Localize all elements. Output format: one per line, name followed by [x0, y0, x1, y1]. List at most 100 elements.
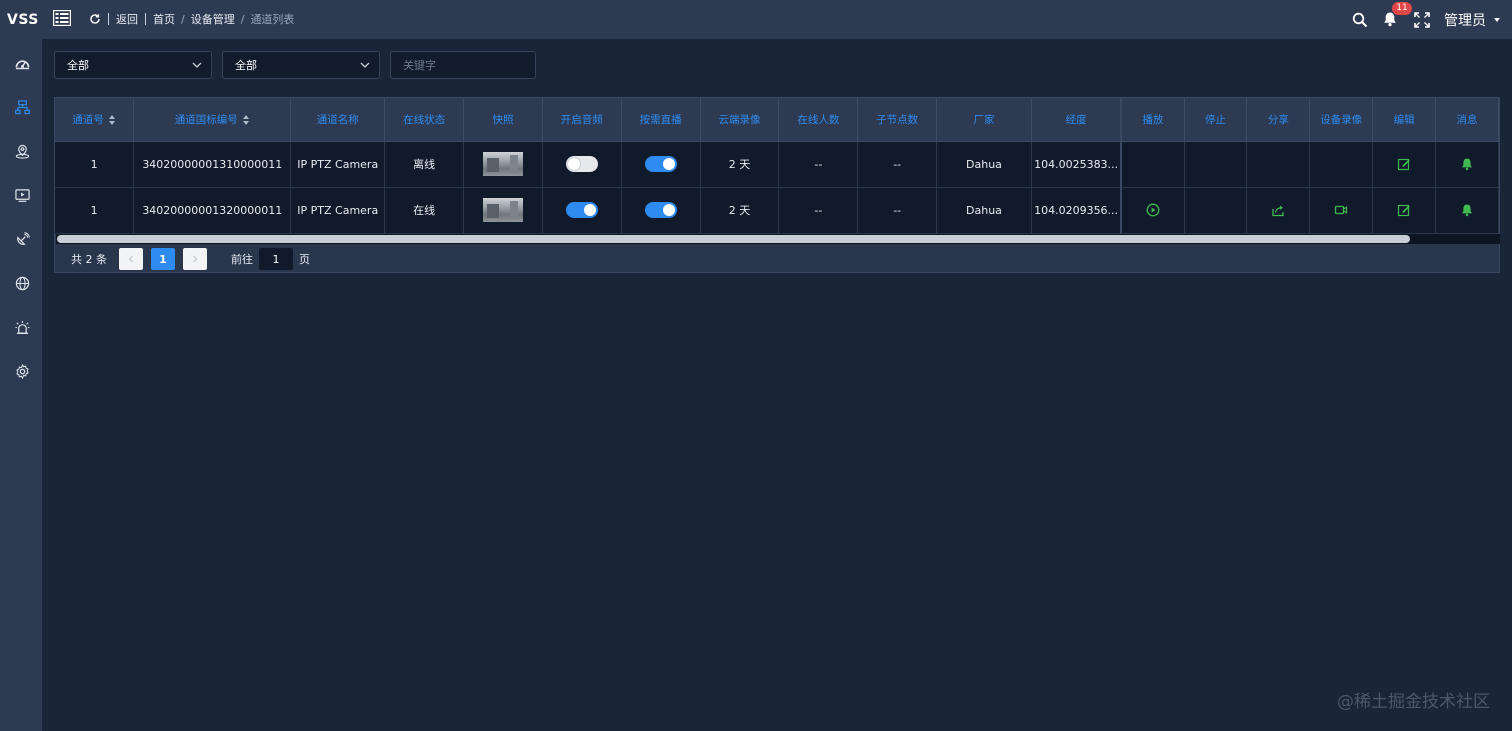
cell-stop [1184, 141, 1248, 188]
chevron-left-icon [128, 255, 133, 263]
breadcrumb: 返回 首页 / 设备管理 / 通道列表 [89, 11, 294, 27]
on-demand-toggle[interactable] [644, 156, 677, 172]
satellite-icon [16, 231, 30, 245]
status-select[interactable]: 全部 [222, 51, 380, 79]
notification-badge: 11 [1392, 1, 1412, 15]
cell-children: -- [857, 187, 938, 234]
menu-toggle-icon[interactable] [53, 10, 71, 26]
top-bar: VSS 返回 首页 / 设备管理 / 通道列表 11 管理员 [0, 0, 1512, 39]
sidebar-item-network[interactable] [14, 275, 30, 291]
refresh-icon[interactable] [89, 13, 101, 25]
on-demand-toggle[interactable] [644, 202, 677, 218]
cell-name: IP PTZ Camera [290, 187, 386, 234]
sidebar-item-dashboard[interactable] [14, 55, 30, 71]
cell-message [1435, 187, 1499, 234]
sidebar-item-video[interactable] [14, 187, 30, 203]
breadcrumb-separator: / [240, 12, 245, 26]
col-stop: 停止 [1184, 98, 1248, 142]
col-share: 分享 [1246, 98, 1311, 142]
cell-on-demand [621, 141, 701, 188]
back-link[interactable]: 返回 [116, 11, 138, 27]
sidebar-item-alarm[interactable] [14, 319, 30, 335]
cell-snapshot [463, 141, 543, 188]
col-channel-no[interactable]: 通道号 [55, 98, 135, 142]
bell-icon[interactable] [1460, 203, 1474, 217]
sidebar-item-satellite[interactable] [14, 231, 30, 247]
scrollbar-thumb[interactable] [57, 235, 1410, 243]
edit-icon[interactable] [1397, 157, 1411, 171]
col-viewers: 在线人数 [778, 98, 859, 142]
cell-name: IP PTZ Camera [290, 141, 386, 188]
prev-page-button[interactable] [119, 248, 143, 270]
map-pin-icon [15, 144, 29, 159]
cell-viewers: -- [778, 141, 859, 188]
globe-icon [15, 276, 29, 290]
fullscreen-icon[interactable] [1414, 11, 1430, 28]
breadcrumb-separator: / [181, 12, 185, 26]
col-gb-id[interactable]: 通道国标编号 [133, 98, 292, 142]
bell-icon[interactable] [1460, 157, 1474, 171]
col-device-record: 设备录像 [1309, 98, 1374, 142]
cell-share [1246, 187, 1311, 234]
snapshot-thumbnail[interactable] [482, 198, 523, 222]
breadcrumb-current: 通道列表 [250, 13, 295, 26]
sidebar-item-settings[interactable] [14, 363, 30, 379]
cell-status: 在线 [384, 187, 465, 234]
cell-channel-no: 1 [55, 187, 135, 234]
audio-toggle[interactable] [565, 202, 598, 218]
user-menu[interactable]: 管理员 [1444, 10, 1500, 30]
audio-toggle[interactable] [565, 156, 598, 172]
total-count: 共 2 条 [71, 253, 107, 266]
col-vendor: 厂家 [936, 98, 1032, 142]
cell-status: 离线 [384, 141, 465, 188]
notifications-button[interactable]: 11 [1382, 1, 1412, 29]
col-children: 子节点数 [857, 98, 938, 142]
video-camera-icon[interactable] [1334, 203, 1348, 217]
cell-audio [542, 141, 622, 188]
cell-edit [1372, 187, 1437, 234]
watermark: @稀土掘金技术社区 [1337, 692, 1490, 712]
keyword-input[interactable]: 关键字 [390, 51, 536, 79]
status-select-value: 全部 [235, 59, 257, 72]
breadcrumb-section[interactable]: 设备管理 [191, 11, 235, 27]
keyword-placeholder: 关键字 [403, 59, 436, 72]
cell-longitude: 104.0209356... [1031, 187, 1122, 234]
cell-cloud-record: 2 天 [700, 187, 780, 234]
table-row: 1 34020000001310000011 IP PTZ Camera 离线 … [55, 141, 1499, 188]
snapshot-thumbnail[interactable] [482, 152, 523, 176]
chevron-right-icon [193, 255, 198, 263]
chevron-down-icon [360, 62, 370, 68]
cell-message [1435, 141, 1499, 188]
cell-gb-id: 34020000001310000011 [133, 141, 292, 188]
divider [145, 13, 146, 25]
cell-on-demand [621, 187, 701, 234]
col-cloud-record: 云端录像 [700, 98, 780, 142]
cell-stop [1184, 187, 1248, 234]
type-select-value: 全部 [67, 59, 89, 72]
cell-viewers: -- [778, 187, 859, 234]
breadcrumb-home[interactable]: 首页 [153, 11, 175, 27]
page-button[interactable]: 1 [151, 248, 175, 270]
horizontal-scrollbar[interactable] [56, 234, 1500, 244]
goto-page-input[interactable]: 1 [259, 248, 293, 270]
sidebar-item-map[interactable] [14, 143, 30, 159]
chevron-down-icon [192, 62, 202, 68]
type-select[interactable]: 全部 [54, 51, 212, 79]
edit-icon[interactable] [1397, 203, 1411, 217]
col-longitude: 经度 [1031, 98, 1122, 142]
sort-icon[interactable] [108, 114, 116, 125]
sort-icon[interactable] [242, 114, 250, 125]
video-player-icon [14, 188, 30, 202]
play-icon[interactable] [1146, 203, 1160, 217]
share-icon[interactable] [1271, 203, 1285, 217]
channel-table: 通道号 通道国标编号 通道名称 在线状态 快照 开启音频 按需直播 云端录像 在… [54, 97, 1500, 273]
col-play: 播放 [1120, 98, 1185, 142]
next-page-button[interactable] [183, 248, 207, 270]
table-header: 通道号 通道国标编号 通道名称 在线状态 快照 开启音频 按需直播 云端录像 在… [55, 98, 1499, 142]
cell-children: -- [857, 141, 938, 188]
page-unit-label: 页 [299, 253, 310, 266]
search-icon[interactable] [1352, 12, 1368, 28]
cell-channel-no: 1 [55, 141, 135, 188]
device-tree-icon [14, 99, 30, 114]
sidebar-item-devices[interactable] [14, 99, 30, 115]
